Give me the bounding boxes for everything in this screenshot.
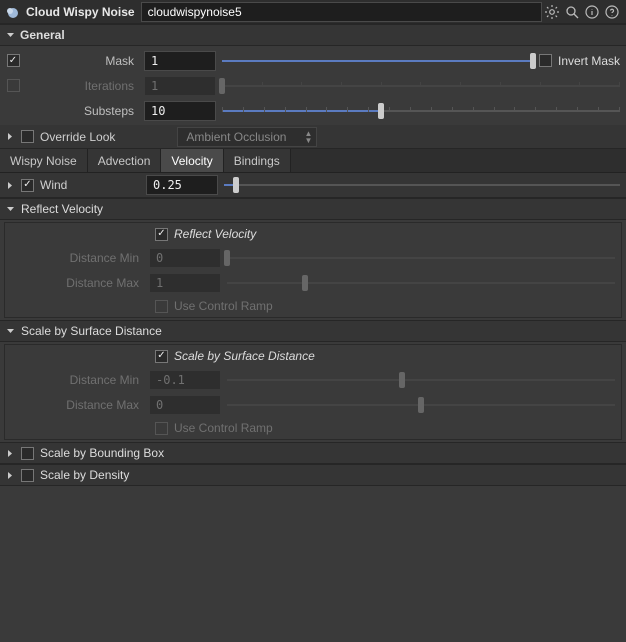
substeps-value-input[interactable] <box>144 101 216 121</box>
reflect-ramp-checkbox[interactable] <box>155 300 168 313</box>
reflect-dmin-label: Distance Min <box>31 251 143 265</box>
tab-wispy-noise[interactable]: Wispy Noise <box>0 149 88 172</box>
substeps-label: Substeps <box>26 104 138 118</box>
node-name-input[interactable] <box>141 2 542 22</box>
chevron-down-icon <box>6 31 16 40</box>
section-scale-surface-header[interactable]: Scale by Surface Distance <box>0 320 626 342</box>
tab-advection[interactable]: Advection <box>88 149 162 172</box>
iterations-value-input <box>144 76 216 96</box>
tab-velocity[interactable]: Velocity <box>161 149 223 172</box>
mask-enable-checkbox[interactable] <box>7 54 20 67</box>
node-type-icon <box>4 3 22 21</box>
scale-surface-chk-label: Scale by Surface Distance <box>174 349 315 363</box>
section-scale-bbox-header[interactable]: Scale by Bounding Box <box>0 442 626 464</box>
wind-slider[interactable] <box>224 175 620 195</box>
chevron-right-icon <box>6 471 15 480</box>
invert-mask-label: Invert Mask <box>558 54 620 68</box>
search-icon[interactable] <box>562 2 582 22</box>
reflect-ramp-label: Use Control Ramp <box>174 299 273 313</box>
section-reflect-velocity-header[interactable]: Reflect Velocity <box>0 198 626 220</box>
wind-label: Wind <box>40 178 140 192</box>
override-look-value: Ambient Occlusion <box>186 130 286 144</box>
reflect-velocity-chk-label: Reflect Velocity <box>174 227 256 241</box>
override-look-checkbox[interactable] <box>21 130 34 143</box>
section-general-label: General <box>20 28 65 42</box>
scale-density-checkbox[interactable] <box>21 469 34 482</box>
reflect-dmin-slider <box>227 248 615 268</box>
chevron-right-icon <box>6 449 15 458</box>
mask-value-input[interactable] <box>144 51 216 71</box>
reflect-velocity-checkbox[interactable] <box>155 228 168 241</box>
reflect-dmin-input <box>149 248 221 268</box>
reflect-velocity-section-label: Reflect Velocity <box>21 202 103 216</box>
node-type-label: Cloud Wispy Noise <box>26 5 135 19</box>
surface-dmin-label: Distance Min <box>31 373 143 387</box>
mask-slider[interactable] <box>222 51 533 71</box>
scale-surface-section-label: Scale by Surface Distance <box>21 324 162 338</box>
section-general-header[interactable]: General <box>0 24 626 46</box>
section-scale-density-header[interactable]: Scale by Density <box>0 464 626 486</box>
invert-mask-checkbox[interactable] <box>539 54 552 67</box>
override-look-dropdown[interactable]: Ambient Occlusion ▲▼ <box>177 127 317 147</box>
gear-icon[interactable] <box>542 2 562 22</box>
iterations-enable-checkbox[interactable] <box>7 79 20 92</box>
reflect-dmax-input <box>149 273 221 293</box>
info-icon[interactable] <box>582 2 602 22</box>
override-look-label: Override Look <box>40 130 115 144</box>
wind-checkbox[interactable] <box>21 179 34 192</box>
surface-dmin-input <box>149 370 221 390</box>
wind-value-input[interactable] <box>146 175 218 195</box>
tab-bar: Wispy Noise Advection Velocity Bindings <box>0 149 626 173</box>
surface-ramp-label: Use Control Ramp <box>174 421 273 435</box>
tab-bindings[interactable]: Bindings <box>224 149 291 172</box>
iterations-label: Iterations <box>26 79 138 93</box>
chevron-down-icon <box>6 205 15 214</box>
scale-surface-checkbox[interactable] <box>155 350 168 363</box>
surface-dmax-label: Distance Max <box>31 398 143 412</box>
surface-dmax-slider <box>227 395 615 415</box>
chevron-right-icon[interactable] <box>6 132 15 141</box>
surface-dmax-input <box>149 395 221 415</box>
reflect-dmax-slider <box>227 273 615 293</box>
chevron-down-icon <box>6 327 15 336</box>
surface-dmin-slider <box>227 370 615 390</box>
dropdown-arrows-icon: ▲▼ <box>304 130 312 144</box>
substeps-slider[interactable] <box>222 101 620 121</box>
scale-bbox-label: Scale by Bounding Box <box>40 446 164 460</box>
scale-bbox-checkbox[interactable] <box>21 447 34 460</box>
scale-density-label: Scale by Density <box>40 468 129 482</box>
mask-label: Mask <box>26 54 138 68</box>
help-icon[interactable] <box>602 2 622 22</box>
reflect-dmax-label: Distance Max <box>31 276 143 290</box>
iterations-slider <box>222 76 620 96</box>
chevron-right-icon[interactable] <box>6 181 15 190</box>
surface-ramp-checkbox[interactable] <box>155 422 168 435</box>
